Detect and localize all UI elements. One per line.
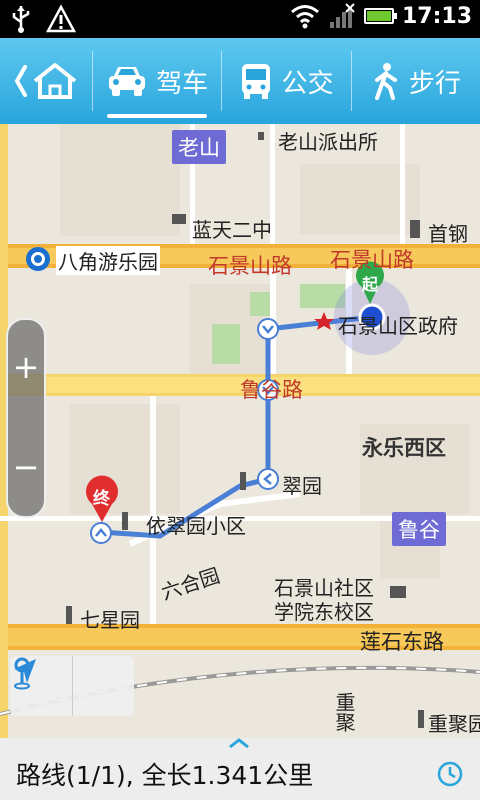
map-label-laoshan: 老山 — [172, 130, 226, 164]
map-label-yicui-xiaoqu: 依翠园小区 — [146, 514, 246, 538]
tab-drive-label: 驾车 — [156, 68, 209, 99]
building-icon — [122, 512, 128, 530]
building-icon — [66, 606, 72, 624]
warning-icon — [46, 4, 76, 33]
map-label-chongju-vertical: 重聚 — [332, 692, 356, 732]
map-label-qixing: 七星园 — [80, 608, 140, 632]
route-turn-marker — [257, 468, 279, 490]
wifi-icon — [291, 5, 319, 29]
building-icon — [418, 710, 424, 728]
subway-icon — [26, 247, 50, 271]
map-label-shijingshan-road: 石景山路 — [330, 248, 414, 272]
route-turn-marker — [257, 318, 279, 340]
tab-walk-label: 步行 — [408, 68, 461, 99]
route-summary-text: 路线(1/1), 全长1.341公里 — [16, 761, 314, 790]
map-label-xueyuan: 学院东校区 — [274, 600, 374, 624]
building-icon — [172, 214, 186, 224]
tab-bus-label: 公交 — [281, 68, 334, 99]
pick-point-button[interactable] — [14, 656, 135, 716]
map-label-yongle: 永乐西区 — [362, 436, 446, 460]
map-label-gov: 石景山区政府 — [338, 314, 458, 338]
zoom-in-button[interactable]: + — [8, 348, 44, 386]
building-icon — [240, 472, 246, 490]
route-summary-panel[interactable]: 路线(1/1), 全长1.341公里 — [0, 738, 480, 800]
walk-icon — [374, 63, 397, 100]
map-label-cuiyuan: 翠园 — [282, 474, 322, 498]
map-tools — [10, 656, 134, 716]
map-label-chongju: 重聚园 — [428, 712, 480, 736]
bus-icon — [242, 64, 271, 99]
signal-icon — [329, 3, 355, 28]
tab-bus[interactable]: 公交 — [222, 38, 350, 124]
zoom-control: + − — [6, 318, 46, 518]
map-label-lantian: 蓝天二中 — [192, 218, 272, 242]
building-icon — [258, 132, 264, 140]
usb-icon — [12, 6, 30, 33]
map-label-shijingshan-road: 石景山路 — [208, 254, 292, 278]
building-icon — [410, 220, 420, 238]
map-label-shougang: 首钢 — [428, 222, 468, 246]
route-turn-marker — [90, 522, 112, 544]
tab-drive[interactable]: 驾车 — [93, 38, 221, 124]
zoom-out-button[interactable]: − — [8, 448, 44, 486]
mode-tab-bar: 驾车 公交 步行 — [0, 38, 480, 124]
status-time: 17:13 — [401, 3, 472, 29]
home-back-icon — [14, 63, 77, 99]
end-pin-label: 终 — [93, 489, 110, 509]
battery-icon — [363, 8, 397, 24]
map-label-bajiao: 八角游乐园 — [56, 246, 160, 275]
map-label-lianshi-road: 莲石东路 — [360, 630, 444, 654]
start-pin-label: 起 — [362, 275, 379, 294]
tab-walk[interactable]: 步行 — [352, 38, 480, 124]
chevron-up-icon[interactable] — [226, 736, 252, 750]
status-bar: 17:13 — [0, 0, 480, 38]
map-label-lugu-district: 鲁谷 — [392, 512, 446, 546]
map-label-lugu-road: 鲁谷路 — [240, 378, 303, 402]
car-icon — [109, 67, 146, 96]
building-icon — [390, 586, 406, 598]
map-pin-icon — [14, 657, 30, 690]
back-home-button[interactable] — [0, 38, 92, 124]
map-label-police: 老山派出所 — [278, 130, 378, 154]
map-view[interactable]: 老山 老山派出所 蓝天二中 首钢 八角游乐园 石景山路 石景山路 石景山区政府 … — [0, 124, 480, 738]
clock-icon[interactable] — [436, 760, 464, 788]
